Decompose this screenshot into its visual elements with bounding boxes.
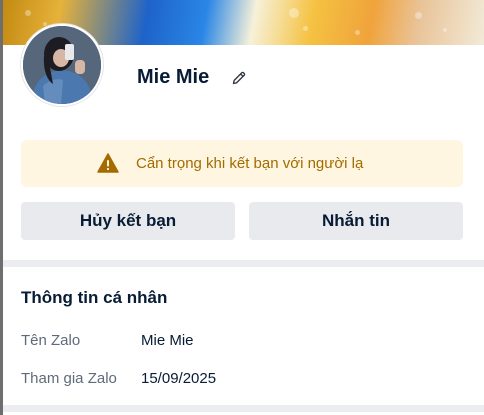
unfriend-button[interactable]: Hủy kết bạn <box>21 202 235 240</box>
profile-name: Mie Mie <box>137 66 210 88</box>
info-label-zalo-name: Tên Zalo <box>21 332 81 349</box>
avatar-photo <box>23 26 101 104</box>
section-divider-bottom <box>3 405 484 412</box>
warning-triangle-icon <box>97 153 119 173</box>
section-divider <box>3 260 484 267</box>
send-message-button[interactable]: Nhắn tin <box>249 202 463 240</box>
info-label-joined: Tham gia Zalo <box>21 370 117 387</box>
info-value-zalo-name: Mie Mie <box>141 332 194 349</box>
avatar[interactable] <box>21 24 103 106</box>
window-left-border <box>0 0 3 415</box>
stranger-warning-banner: Cẩn trọng khi kết bạn với người lạ <box>21 140 463 187</box>
personal-info-title: Thông tin cá nhân <box>21 288 168 307</box>
warning-text: Cẩn trọng khi kết bạn với người lạ <box>136 155 364 172</box>
pencil-icon[interactable] <box>231 70 247 86</box>
info-value-joined: 15/09/2025 <box>141 370 217 387</box>
